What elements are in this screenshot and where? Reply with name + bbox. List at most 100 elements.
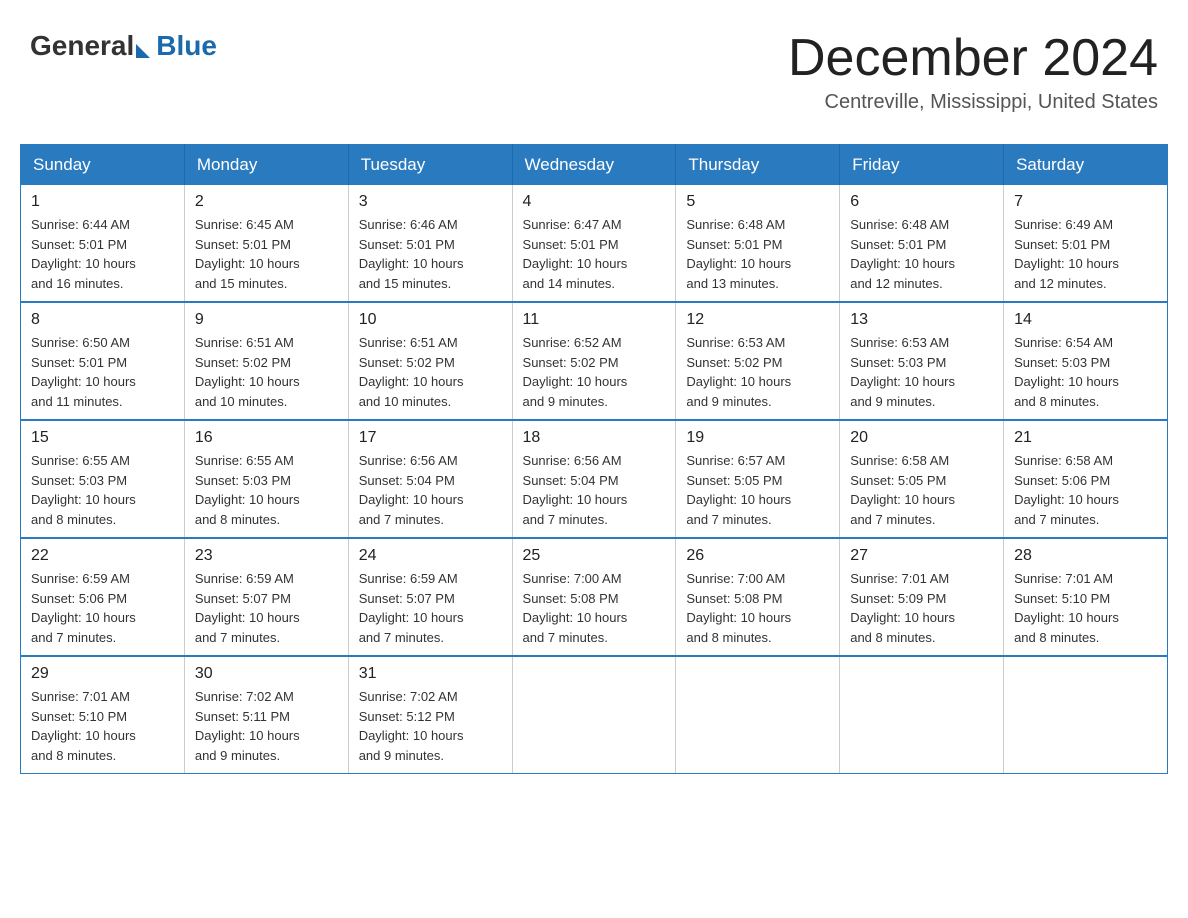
day-info: Sunrise: 6:56 AM Sunset: 5:04 PM Dayligh… xyxy=(523,451,666,529)
day-info: Sunrise: 6:58 AM Sunset: 5:05 PM Dayligh… xyxy=(850,451,993,529)
day-number: 14 xyxy=(1014,311,1157,329)
calendar-cell: 22 Sunrise: 6:59 AM Sunset: 5:06 PM Dayl… xyxy=(21,538,185,656)
calendar-cell: 25 Sunrise: 7:00 AM Sunset: 5:08 PM Dayl… xyxy=(512,538,676,656)
day-number: 2 xyxy=(195,193,338,211)
day-number: 16 xyxy=(195,429,338,447)
weekday-header-wednesday: Wednesday xyxy=(512,145,676,186)
calendar-cell: 11 Sunrise: 6:52 AM Sunset: 5:02 PM Dayl… xyxy=(512,302,676,420)
day-info: Sunrise: 7:01 AM Sunset: 5:10 PM Dayligh… xyxy=(31,687,174,765)
day-info: Sunrise: 6:58 AM Sunset: 5:06 PM Dayligh… xyxy=(1014,451,1157,529)
day-number: 10 xyxy=(359,311,502,329)
calendar-week-row: 15 Sunrise: 6:55 AM Sunset: 5:03 PM Dayl… xyxy=(21,420,1168,538)
day-number: 20 xyxy=(850,429,993,447)
day-number: 3 xyxy=(359,193,502,211)
day-number: 4 xyxy=(523,193,666,211)
calendar-cell: 30 Sunrise: 7:02 AM Sunset: 5:11 PM Dayl… xyxy=(184,656,348,774)
day-info: Sunrise: 6:55 AM Sunset: 5:03 PM Dayligh… xyxy=(195,451,338,529)
day-info: Sunrise: 6:54 AM Sunset: 5:03 PM Dayligh… xyxy=(1014,333,1157,411)
day-info: Sunrise: 7:00 AM Sunset: 5:08 PM Dayligh… xyxy=(686,569,829,647)
calendar-cell: 1 Sunrise: 6:44 AM Sunset: 5:01 PM Dayli… xyxy=(21,185,185,302)
day-info: Sunrise: 6:53 AM Sunset: 5:02 PM Dayligh… xyxy=(686,333,829,411)
day-number: 27 xyxy=(850,547,993,565)
calendar-cell: 10 Sunrise: 6:51 AM Sunset: 5:02 PM Dayl… xyxy=(348,302,512,420)
day-number: 19 xyxy=(686,429,829,447)
calendar-cell: 15 Sunrise: 6:55 AM Sunset: 5:03 PM Dayl… xyxy=(21,420,185,538)
day-number: 24 xyxy=(359,547,502,565)
calendar-cell: 12 Sunrise: 6:53 AM Sunset: 5:02 PM Dayl… xyxy=(676,302,840,420)
logo: General Blue xyxy=(30,30,217,62)
weekday-header-thursday: Thursday xyxy=(676,145,840,186)
day-info: Sunrise: 6:52 AM Sunset: 5:02 PM Dayligh… xyxy=(523,333,666,411)
day-info: Sunrise: 6:59 AM Sunset: 5:06 PM Dayligh… xyxy=(31,569,174,647)
day-number: 23 xyxy=(195,547,338,565)
calendar-cell: 28 Sunrise: 7:01 AM Sunset: 5:10 PM Dayl… xyxy=(1004,538,1168,656)
calendar-cell: 9 Sunrise: 6:51 AM Sunset: 5:02 PM Dayli… xyxy=(184,302,348,420)
logo-arrow-icon xyxy=(136,44,150,58)
calendar-cell: 27 Sunrise: 7:01 AM Sunset: 5:09 PM Dayl… xyxy=(840,538,1004,656)
day-number: 21 xyxy=(1014,429,1157,447)
calendar-cell xyxy=(512,656,676,774)
logo-blue: Blue xyxy=(156,30,217,62)
day-info: Sunrise: 6:47 AM Sunset: 5:01 PM Dayligh… xyxy=(523,215,666,293)
day-info: Sunrise: 7:00 AM Sunset: 5:08 PM Dayligh… xyxy=(523,569,666,647)
weekday-header-tuesday: Tuesday xyxy=(348,145,512,186)
day-info: Sunrise: 6:46 AM Sunset: 5:01 PM Dayligh… xyxy=(359,215,502,293)
month-title: December 2024 xyxy=(788,30,1158,87)
day-info: Sunrise: 6:48 AM Sunset: 5:01 PM Dayligh… xyxy=(686,215,829,293)
calendar-cell: 5 Sunrise: 6:48 AM Sunset: 5:01 PM Dayli… xyxy=(676,185,840,302)
day-number: 17 xyxy=(359,429,502,447)
day-info: Sunrise: 6:44 AM Sunset: 5:01 PM Dayligh… xyxy=(31,215,174,293)
calendar-cell xyxy=(676,656,840,774)
day-info: Sunrise: 6:50 AM Sunset: 5:01 PM Dayligh… xyxy=(31,333,174,411)
day-number: 22 xyxy=(31,547,174,565)
day-number: 13 xyxy=(850,311,993,329)
calendar-cell: 13 Sunrise: 6:53 AM Sunset: 5:03 PM Dayl… xyxy=(840,302,1004,420)
day-info: Sunrise: 7:02 AM Sunset: 5:12 PM Dayligh… xyxy=(359,687,502,765)
calendar-table: SundayMondayTuesdayWednesdayThursdayFrid… xyxy=(20,144,1168,774)
day-number: 30 xyxy=(195,665,338,683)
day-info: Sunrise: 6:55 AM Sunset: 5:03 PM Dayligh… xyxy=(31,451,174,529)
day-number: 26 xyxy=(686,547,829,565)
day-info: Sunrise: 6:56 AM Sunset: 5:04 PM Dayligh… xyxy=(359,451,502,529)
calendar-cell: 20 Sunrise: 6:58 AM Sunset: 5:05 PM Dayl… xyxy=(840,420,1004,538)
weekday-header-sunday: Sunday xyxy=(21,145,185,186)
weekday-header-row: SundayMondayTuesdayWednesdayThursdayFrid… xyxy=(21,145,1168,186)
day-number: 1 xyxy=(31,193,174,211)
calendar-cell: 16 Sunrise: 6:55 AM Sunset: 5:03 PM Dayl… xyxy=(184,420,348,538)
title-section: December 2024 Centreville, Mississippi, … xyxy=(788,30,1158,114)
day-info: Sunrise: 6:57 AM Sunset: 5:05 PM Dayligh… xyxy=(686,451,829,529)
day-info: Sunrise: 6:59 AM Sunset: 5:07 PM Dayligh… xyxy=(195,569,338,647)
day-info: Sunrise: 6:48 AM Sunset: 5:01 PM Dayligh… xyxy=(850,215,993,293)
day-info: Sunrise: 7:01 AM Sunset: 5:10 PM Dayligh… xyxy=(1014,569,1157,647)
calendar-cell: 23 Sunrise: 6:59 AM Sunset: 5:07 PM Dayl… xyxy=(184,538,348,656)
calendar-cell: 3 Sunrise: 6:46 AM Sunset: 5:01 PM Dayli… xyxy=(348,185,512,302)
calendar-cell: 29 Sunrise: 7:01 AM Sunset: 5:10 PM Dayl… xyxy=(21,656,185,774)
day-number: 6 xyxy=(850,193,993,211)
calendar-cell: 6 Sunrise: 6:48 AM Sunset: 5:01 PM Dayli… xyxy=(840,185,1004,302)
weekday-header-saturday: Saturday xyxy=(1004,145,1168,186)
page-header: General Blue December 2024 Centreville, … xyxy=(20,20,1168,124)
day-info: Sunrise: 6:59 AM Sunset: 5:07 PM Dayligh… xyxy=(359,569,502,647)
day-info: Sunrise: 6:51 AM Sunset: 5:02 PM Dayligh… xyxy=(359,333,502,411)
day-number: 5 xyxy=(686,193,829,211)
calendar-week-row: 29 Sunrise: 7:01 AM Sunset: 5:10 PM Dayl… xyxy=(21,656,1168,774)
weekday-header-friday: Friday xyxy=(840,145,1004,186)
day-number: 25 xyxy=(523,547,666,565)
calendar-cell xyxy=(840,656,1004,774)
calendar-week-row: 1 Sunrise: 6:44 AM Sunset: 5:01 PM Dayli… xyxy=(21,185,1168,302)
day-number: 12 xyxy=(686,311,829,329)
day-info: Sunrise: 6:45 AM Sunset: 5:01 PM Dayligh… xyxy=(195,215,338,293)
calendar-cell: 17 Sunrise: 6:56 AM Sunset: 5:04 PM Dayl… xyxy=(348,420,512,538)
day-info: Sunrise: 6:51 AM Sunset: 5:02 PM Dayligh… xyxy=(195,333,338,411)
calendar-cell: 7 Sunrise: 6:49 AM Sunset: 5:01 PM Dayli… xyxy=(1004,185,1168,302)
day-number: 8 xyxy=(31,311,174,329)
calendar-cell: 24 Sunrise: 6:59 AM Sunset: 5:07 PM Dayl… xyxy=(348,538,512,656)
calendar-week-row: 8 Sunrise: 6:50 AM Sunset: 5:01 PM Dayli… xyxy=(21,302,1168,420)
day-number: 15 xyxy=(31,429,174,447)
calendar-cell: 26 Sunrise: 7:00 AM Sunset: 5:08 PM Dayl… xyxy=(676,538,840,656)
weekday-header-monday: Monday xyxy=(184,145,348,186)
calendar-cell: 18 Sunrise: 6:56 AM Sunset: 5:04 PM Dayl… xyxy=(512,420,676,538)
location: Centreville, Mississippi, United States xyxy=(788,91,1158,114)
calendar-cell: 4 Sunrise: 6:47 AM Sunset: 5:01 PM Dayli… xyxy=(512,185,676,302)
day-number: 28 xyxy=(1014,547,1157,565)
